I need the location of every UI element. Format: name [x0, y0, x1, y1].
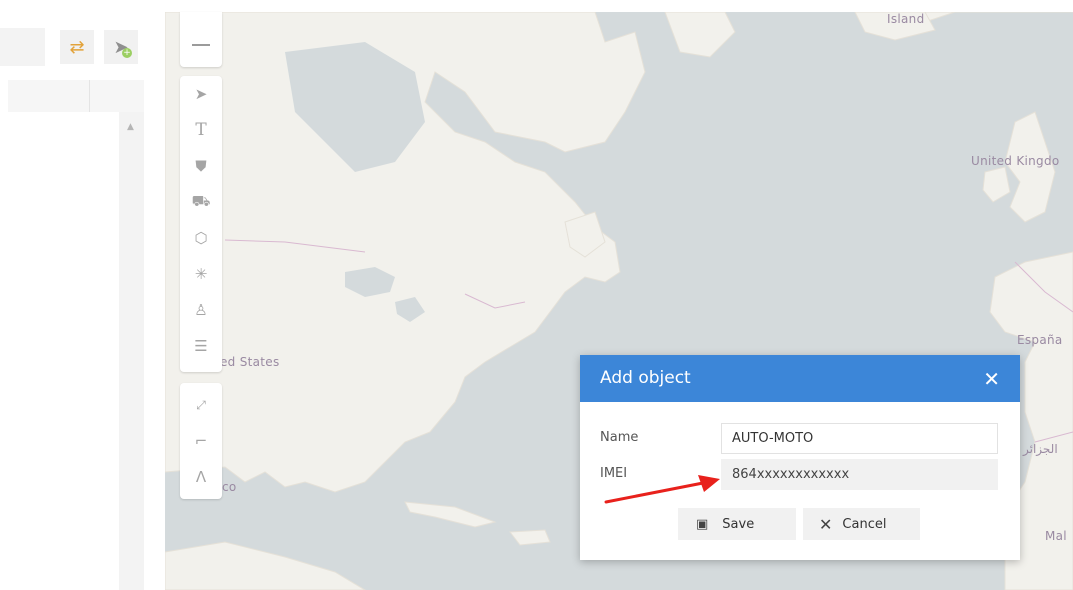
save-button[interactable]: ▣ Save: [678, 508, 796, 540]
annotation-arrow: [604, 475, 720, 504]
annotation-arrow-shaft: [604, 481, 705, 504]
greenland-land: [664, 12, 736, 58]
save-button-label: Save: [722, 516, 755, 532]
traffic-light-icon[interactable]: ☰: [180, 328, 222, 364]
hispaniola-land: [509, 529, 551, 546]
object-search-input[interactable]: [0, 28, 45, 66]
polygon-icon[interactable]: ⬡: [180, 220, 222, 256]
add-object-dialog: Add object ✕ Name IMEI ▣ Save ✕ Cancel: [580, 355, 1020, 560]
cuba-land: [404, 501, 497, 528]
imei-input[interactable]: [721, 459, 998, 490]
refresh-button[interactable]: ⇄: [60, 30, 94, 64]
left-sidebar: ⇄ ➤ + ▲: [0, 0, 165, 590]
text-icon[interactable]: T: [180, 112, 222, 148]
map-tools-toolbar: ➤ T ⛊ ⛟ ⬡ ✳ ♙ ☰: [180, 76, 222, 372]
ruler-icon[interactable]: ⌐: [180, 423, 222, 459]
app-page: ⇄ ➤ + ▲ Island United Kingdo España ed S…: [0, 0, 1073, 590]
refresh-icon: ⇄: [69, 36, 85, 58]
name-label: Name: [600, 430, 639, 445]
annotation-arrow-head: [698, 475, 720, 492]
locate-arrow-icon[interactable]: ➤: [180, 76, 222, 112]
zoom-out-icon[interactable]: [192, 44, 210, 46]
dialog-title: Add object: [600, 368, 691, 388]
add-object-button[interactable]: ➤ +: [104, 30, 138, 64]
person-icon[interactable]: ♙: [180, 292, 222, 328]
road-icon[interactable]: ⛟: [180, 184, 222, 220]
area-icon[interactable]: Λ: [180, 459, 222, 495]
shield-icon[interactable]: ⛊: [180, 148, 222, 184]
fullscreen-icon[interactable]: ⤢: [180, 387, 222, 423]
dialog-header: Add object ✕: [580, 355, 1020, 402]
cancel-button[interactable]: ✕ Cancel: [803, 508, 920, 540]
cancel-button-label: Cancel: [842, 516, 887, 532]
map-label-algeria: الجزائر: [1023, 442, 1058, 456]
object-list-scrollbar[interactable]: ▲: [119, 112, 144, 590]
central-america-land: [165, 541, 366, 590]
map-label-mexico: co: [222, 480, 237, 494]
map-label-united-kingdom: United Kingdo: [971, 154, 1060, 168]
cancel-x-icon: ✕: [819, 514, 833, 534]
map-label-island: Island: [887, 12, 925, 26]
map-label-united-states: ed States: [220, 355, 280, 369]
name-input[interactable]: [721, 423, 998, 454]
scroll-up-icon[interactable]: ▲: [127, 122, 134, 132]
close-icon[interactable]: ✕: [983, 367, 1000, 391]
sidebar-tabs: [8, 80, 144, 112]
plus-badge-icon: +: [122, 48, 132, 58]
map-label-espana: España: [1017, 333, 1063, 347]
measure-toolbar: ⤢ ⌐ Λ: [180, 383, 222, 499]
zoom-toolbar: [180, 12, 222, 67]
map-label-mali: Mal: [1045, 529, 1067, 543]
tab-divider: [89, 80, 90, 112]
floppy-disk-icon: ▣: [696, 516, 709, 532]
spider-icon[interactable]: ✳: [180, 256, 222, 292]
